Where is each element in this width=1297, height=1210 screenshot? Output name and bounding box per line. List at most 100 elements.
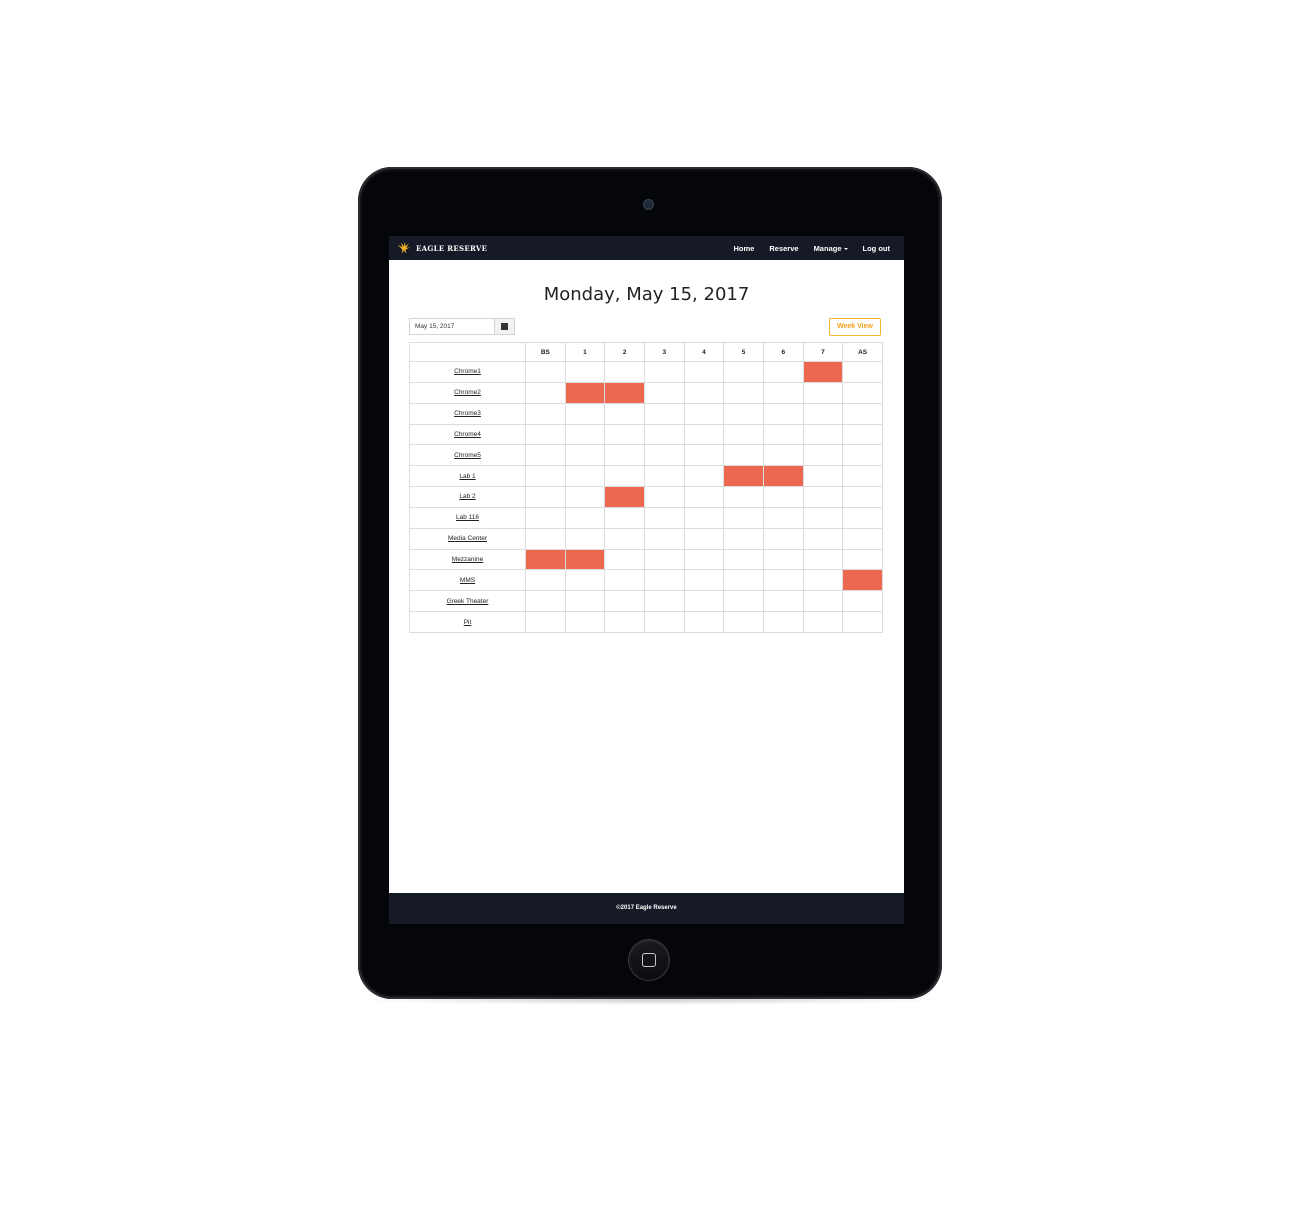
open-slot[interactable] [683, 486, 725, 508]
open-slot[interactable] [643, 569, 685, 592]
open-slot[interactable] [762, 361, 804, 383]
open-slot[interactable] [643, 527, 685, 550]
open-slot[interactable] [723, 444, 764, 467]
nav-logout[interactable]: Log out [863, 244, 891, 253]
room-link[interactable]: Lab 116 [456, 514, 479, 521]
open-slot[interactable] [683, 548, 725, 571]
open-slot[interactable] [762, 486, 804, 508]
open-slot[interactable] [604, 444, 645, 467]
room-link[interactable]: Greek Theater [447, 598, 489, 605]
calendar-button[interactable] [495, 318, 515, 335]
open-slot[interactable] [762, 444, 804, 467]
room-link[interactable]: Mezzanine [452, 556, 483, 563]
reserved-slot[interactable] [762, 465, 804, 488]
open-slot[interactable] [723, 527, 764, 550]
open-slot[interactable] [762, 402, 804, 425]
open-slot[interactable] [564, 444, 606, 467]
room-link[interactable]: MMS [460, 577, 475, 584]
reserved-slot[interactable] [525, 548, 566, 571]
reserved-slot[interactable] [564, 381, 606, 404]
open-slot[interactable] [762, 381, 804, 404]
open-slot[interactable] [762, 548, 804, 571]
open-slot[interactable] [643, 381, 685, 404]
open-slot[interactable] [802, 486, 844, 508]
open-slot[interactable] [723, 486, 764, 508]
open-slot[interactable] [762, 423, 804, 446]
open-slot[interactable] [604, 506, 645, 529]
open-slot[interactable] [564, 590, 606, 613]
open-slot[interactable] [643, 465, 685, 488]
open-slot[interactable] [564, 402, 606, 425]
reserved-slot[interactable] [604, 381, 645, 404]
room-link[interactable]: Lab 2 [459, 493, 475, 500]
open-slot[interactable] [683, 506, 725, 529]
open-slot[interactable] [525, 423, 566, 446]
week-view-button[interactable]: Week View [829, 318, 881, 336]
open-slot[interactable] [842, 548, 883, 571]
nav-reserve[interactable]: Reserve [769, 244, 798, 253]
open-slot[interactable] [525, 444, 566, 467]
open-slot[interactable] [643, 486, 685, 508]
open-slot[interactable] [802, 569, 844, 592]
open-slot[interactable] [683, 611, 725, 633]
open-slot[interactable] [762, 506, 804, 529]
room-link[interactable]: Chrome5 [454, 452, 481, 459]
open-slot[interactable] [723, 569, 764, 592]
nav-home[interactable]: Home [734, 244, 755, 253]
open-slot[interactable] [564, 611, 606, 633]
open-slot[interactable] [842, 465, 883, 488]
open-slot[interactable] [525, 402, 566, 425]
open-slot[interactable] [643, 444, 685, 467]
open-slot[interactable] [802, 381, 844, 404]
open-slot[interactable] [842, 444, 883, 467]
open-slot[interactable] [604, 548, 645, 571]
open-slot[interactable] [802, 465, 844, 488]
open-slot[interactable] [762, 569, 804, 592]
open-slot[interactable] [564, 361, 606, 383]
open-slot[interactable] [762, 527, 804, 550]
open-slot[interactable] [683, 423, 725, 446]
open-slot[interactable] [525, 590, 566, 613]
open-slot[interactable] [525, 361, 566, 383]
open-slot[interactable] [683, 444, 725, 467]
open-slot[interactable] [683, 402, 725, 425]
open-slot[interactable] [802, 527, 844, 550]
open-slot[interactable] [723, 361, 764, 383]
open-slot[interactable] [604, 611, 645, 633]
open-slot[interactable] [723, 590, 764, 613]
open-slot[interactable] [683, 527, 725, 550]
brand[interactable]: EAGLE RESERVE [396, 239, 487, 257]
open-slot[interactable] [683, 361, 725, 383]
open-slot[interactable] [723, 402, 764, 425]
open-slot[interactable] [802, 611, 844, 633]
open-slot[interactable] [842, 611, 883, 633]
open-slot[interactable] [643, 423, 685, 446]
open-slot[interactable] [842, 590, 883, 613]
open-slot[interactable] [564, 506, 606, 529]
open-slot[interactable] [564, 569, 606, 592]
open-slot[interactable] [564, 423, 606, 446]
open-slot[interactable] [604, 465, 645, 488]
open-slot[interactable] [723, 548, 764, 571]
open-slot[interactable] [604, 361, 645, 383]
open-slot[interactable] [723, 381, 764, 404]
open-slot[interactable] [604, 527, 645, 550]
open-slot[interactable] [604, 569, 645, 592]
open-slot[interactable] [525, 486, 566, 508]
open-slot[interactable] [802, 444, 844, 467]
room-link[interactable]: Chrome4 [454, 431, 481, 438]
open-slot[interactable] [564, 465, 606, 488]
open-slot[interactable] [564, 527, 606, 550]
open-slot[interactable] [604, 590, 645, 613]
open-slot[interactable] [604, 402, 645, 425]
reserved-slot[interactable] [564, 548, 606, 571]
nav-manage[interactable]: Manage [814, 244, 848, 253]
open-slot[interactable] [643, 548, 685, 571]
open-slot[interactable] [643, 361, 685, 383]
open-slot[interactable] [564, 486, 606, 508]
open-slot[interactable] [525, 611, 566, 633]
reserved-slot[interactable] [802, 361, 844, 383]
open-slot[interactable] [842, 486, 883, 508]
open-slot[interactable] [683, 569, 725, 592]
room-link[interactable]: Chrome3 [454, 410, 481, 417]
